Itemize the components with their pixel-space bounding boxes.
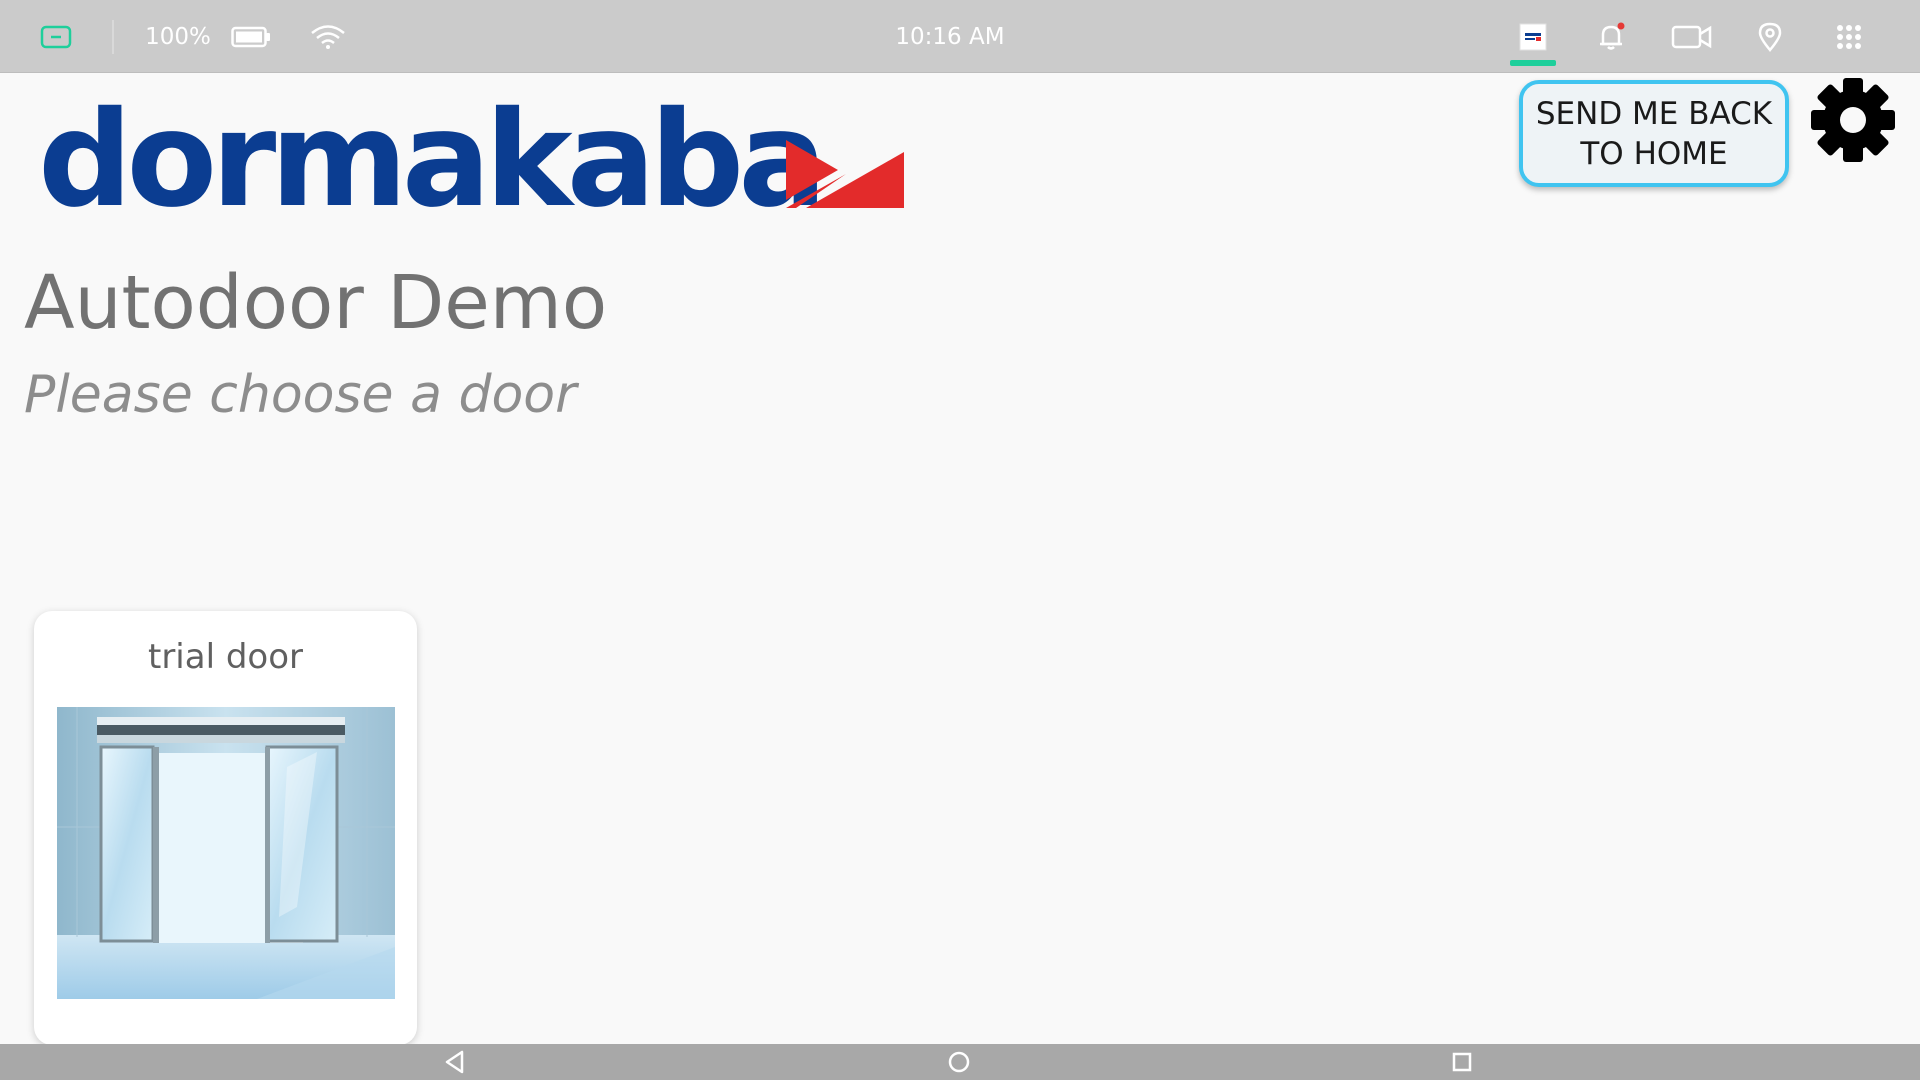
wifi-icon	[310, 0, 346, 73]
gear-icon	[1811, 78, 1895, 162]
video-camera-icon[interactable]	[1670, 0, 1714, 73]
recent-apps-icon[interactable]	[1448, 1048, 1476, 1076]
logo-mark-icon	[786, 140, 904, 208]
screen-badge-icon	[38, 0, 74, 73]
page-title: Autodoor Demo	[24, 260, 608, 346]
logo-wordmark: dormakaba	[38, 83, 827, 237]
dormakaba-logo: dormakaba	[38, 83, 827, 237]
location-pin-icon[interactable]	[1755, 0, 1785, 73]
status-bar: 100% 10:16 AM	[0, 0, 1920, 73]
status-divider	[112, 20, 114, 54]
navigation-bar	[0, 1044, 1920, 1080]
battery-percent: 100%	[145, 23, 211, 50]
battery-icon	[230, 0, 272, 73]
settings-button[interactable]	[1808, 75, 1898, 165]
bell-icon[interactable]	[1594, 0, 1628, 73]
automatic-sliding-door-image	[57, 707, 395, 999]
active-app-indicator	[1510, 60, 1556, 66]
door-card[interactable]: trial door	[34, 611, 417, 1045]
send-me-back-to-home-button[interactable]: SEND ME BACK TO HOME	[1519, 80, 1789, 187]
app-grid-icon[interactable]	[1834, 0, 1864, 73]
back-icon[interactable]	[442, 1048, 470, 1076]
home-icon[interactable]	[945, 1048, 973, 1076]
door-name: trial door	[147, 637, 303, 677]
page-subtitle: Please choose a door	[24, 365, 577, 425]
clock: 10:16 AM	[895, 23, 1005, 50]
